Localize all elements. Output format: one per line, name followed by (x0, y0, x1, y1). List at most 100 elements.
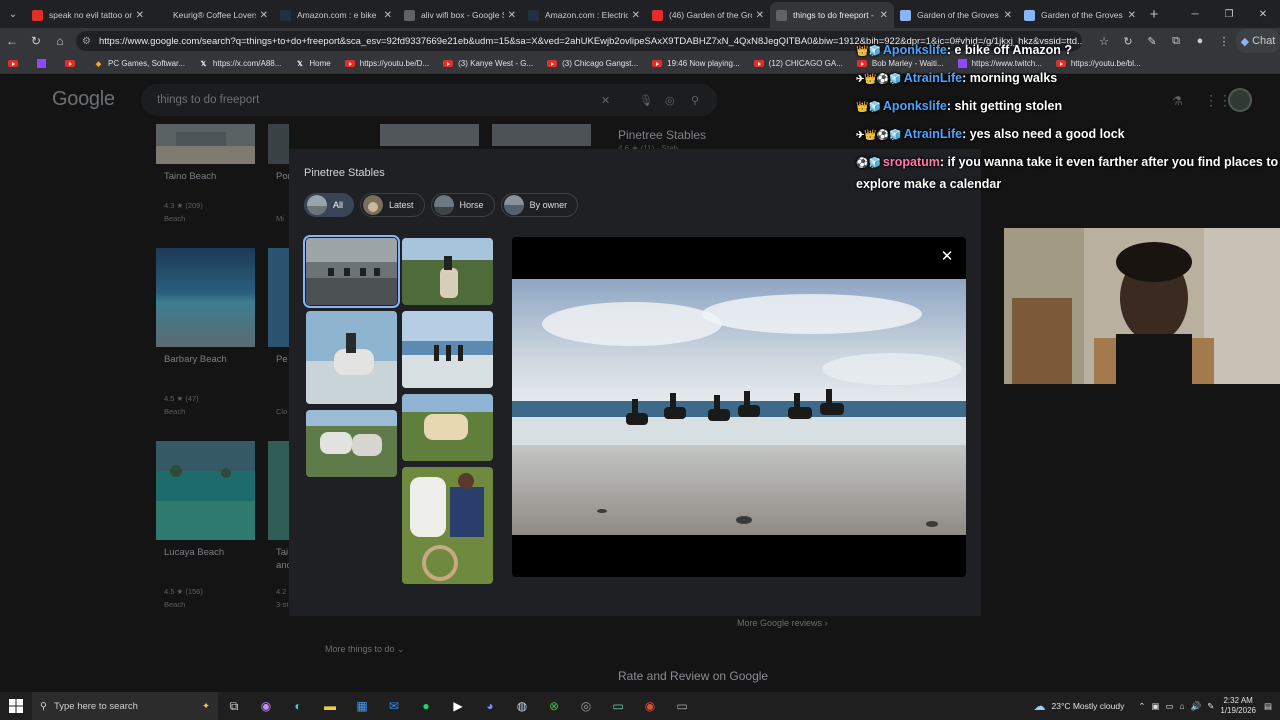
maximize-icon[interactable]: ❐ (1212, 0, 1246, 28)
close-tab-icon[interactable]: ✕ (1004, 10, 1012, 21)
photo-thumb-owner-horse[interactable] (402, 467, 493, 584)
system-clock[interactable]: 2:32 AM 1/19/2026 (1220, 696, 1256, 716)
bookmark-item[interactable] (8, 60, 23, 67)
steam-icon[interactable]: ◍ (506, 692, 538, 720)
browser-tab[interactable]: (46) Garden of the Grov ✕ (646, 2, 770, 28)
browser-tab[interactable]: aliv wifi box - Google Se ✕ (398, 2, 522, 28)
result-card-image[interactable] (492, 124, 591, 146)
close-window-icon[interactable]: ✕ (1246, 0, 1280, 28)
browser-tab[interactable]: Garden of the Groves - G ✕ (894, 2, 1018, 28)
xbox-icon[interactable]: ⊗ (538, 692, 570, 720)
more-things-link[interactable]: More things to do ⌄ (325, 644, 405, 655)
result-card-barbary-image[interactable] (156, 248, 255, 347)
close-tab-icon[interactable]: ✕ (880, 10, 888, 21)
amazon-icon (280, 9, 291, 21)
bookmark-item[interactable]: (3) Chicago Gangst... (547, 59, 638, 68)
result-card-partial[interactable] (268, 441, 289, 540)
browser-tab[interactable]: Amazon.com : e bike ✕ (274, 2, 398, 28)
result-card-partial[interactable] (268, 248, 289, 347)
reload-icon[interactable]: ↻ (24, 29, 48, 53)
close-tab-icon[interactable]: ✕ (632, 10, 640, 21)
chip-horse[interactable]: Horse (430, 193, 495, 217)
bookmark-item[interactable]: (3) Kanye West - G... (443, 59, 533, 68)
volume-icon[interactable]: 🔊 (1191, 701, 1202, 712)
close-tab-icon[interactable]: ✕ (1128, 10, 1136, 21)
photos-overlay-dialog: Pinetree Stables All Latest Horse By own… (289, 149, 981, 616)
close-tab-icon[interactable]: ✕ (260, 10, 268, 21)
file-explorer-icon[interactable]: ▬ (314, 692, 346, 720)
media-player-icon[interactable]: ▶ (442, 692, 474, 720)
pen-icon[interactable]: ✎ (1207, 701, 1214, 712)
edge-icon[interactable]: ◐ (282, 692, 314, 720)
app-icon[interactable]: ▭ (602, 692, 634, 720)
windows-start-icon[interactable] (0, 692, 32, 720)
bookmark-item[interactable]: 𝕏 Home (295, 59, 331, 68)
lens-icon[interactable]: ◎ (665, 94, 675, 107)
photo-thumb-trail[interactable] (402, 238, 493, 305)
chip-all[interactable]: All (304, 193, 355, 217)
photo-thumb-beach-riders[interactable] (303, 235, 400, 308)
task-view-icon[interactable]: ⧉ (218, 692, 250, 720)
bookmark-item[interactable] (65, 60, 80, 67)
tray-chevron-icon[interactable]: ⌃ (1138, 701, 1145, 712)
minimize-icon[interactable]: ─ (1178, 0, 1212, 28)
card-title[interactable]: Taino Beach (164, 171, 216, 182)
taskbar-search-box[interactable]: ⚲ Type here to search ✦ (32, 692, 218, 720)
weather-text[interactable]: 23°C Mostly cloudy (1051, 701, 1124, 711)
photo-thumb-palomino[interactable] (402, 394, 493, 461)
battery-icon[interactable]: ▭ (1165, 701, 1173, 712)
result-card-lucaya-image[interactable] (156, 441, 255, 540)
close-tab-icon[interactable]: ✕ (756, 10, 764, 21)
result-card-partial[interactable] (268, 124, 289, 164)
google-logo[interactable]: Google (52, 88, 115, 111)
browser-tab[interactable]: speak no evil tattoo on ✕ (26, 2, 150, 28)
network-icon[interactable]: ⌂ (1180, 701, 1185, 711)
card-title[interactable]: Lucaya Beach (164, 547, 224, 558)
bookmark-item[interactable]: (12) CHICAGO GA... (753, 59, 843, 68)
browser-tab[interactable]: Garden of the Groves - G ✕ (1018, 2, 1142, 28)
close-tab-icon[interactable]: ✕ (384, 10, 392, 21)
search-box[interactable]: things to do freeport ✕ 🎙 ◎ ⚲ (141, 84, 717, 116)
bookmark-item[interactable] (37, 59, 51, 68)
obs-icon[interactable]: ◉ (634, 692, 666, 720)
new-tab-plus-icon[interactable]: + (1142, 6, 1166, 23)
browser-tab[interactable]: Amazon.com : Electric Bi ✕ (522, 2, 646, 28)
site-info-icon[interactable]: ⚙ (82, 36, 91, 47)
bookmark-item[interactable]: https://youtu.be/D... (344, 59, 429, 68)
browser-tab[interactable]: things to do freeport - G ✕ (770, 2, 894, 28)
app-icon[interactable]: ◎ (570, 692, 602, 720)
search-icon[interactable]: ⚲ (691, 94, 699, 107)
tray-app-icon[interactable]: ▣ (1151, 701, 1159, 712)
photo-thumb-beach-group[interactable] (402, 311, 493, 388)
bookmark-item[interactable]: 𝕏https://x.com/A88... (199, 59, 282, 68)
discord-icon[interactable]: ◕ (474, 692, 506, 720)
mic-icon[interactable]: 🎙 (639, 94, 653, 107)
clear-icon[interactable]: ✕ (601, 94, 610, 107)
mail-icon[interactable]: ✉ (378, 692, 410, 720)
card-title[interactable]: Barbary Beach (164, 354, 227, 365)
notifications-icon[interactable]: ▤ (1264, 701, 1272, 712)
tab-search-chevron-icon[interactable]: ⌄ (0, 0, 26, 28)
photo-thumb-rider-surf[interactable] (306, 311, 397, 404)
result-card-image[interactable] (380, 124, 479, 146)
close-tab-icon[interactable]: ✕ (136, 10, 144, 21)
close-viewer-icon[interactable]: ✕ (936, 245, 958, 267)
back-arrow-icon[interactable]: ← (0, 29, 24, 53)
app-icon[interactable]: ▭ (666, 692, 698, 720)
chip-by-owner[interactable]: By owner (500, 193, 579, 217)
copilot-icon[interactable]: ◉ (250, 692, 282, 720)
photo-thumb-white-horses[interactable] (306, 410, 397, 477)
weather-cloud-icon[interactable]: ☁ (1033, 699, 1045, 713)
close-tab-icon[interactable]: ✕ (508, 10, 516, 21)
more-reviews-link[interactable]: More Google reviews › (737, 618, 828, 628)
bookmark-item[interactable]: ◆ PC Games, Softwar... (94, 59, 185, 68)
home-icon[interactable]: ⌂ (48, 29, 72, 53)
spotify-icon[interactable]: ● (410, 692, 442, 720)
youtube-icon (652, 60, 663, 67)
chip-all-thumb (307, 195, 327, 215)
browser-tab[interactable]: Keurig® Coffee Lovers' ✕ (150, 2, 274, 28)
bookmark-item[interactable]: 19:46 Now playing... (652, 59, 740, 68)
store-icon[interactable]: ▦ (346, 692, 378, 720)
chip-latest[interactable]: Latest (360, 193, 425, 217)
result-card-taino-image[interactable] (156, 124, 255, 164)
